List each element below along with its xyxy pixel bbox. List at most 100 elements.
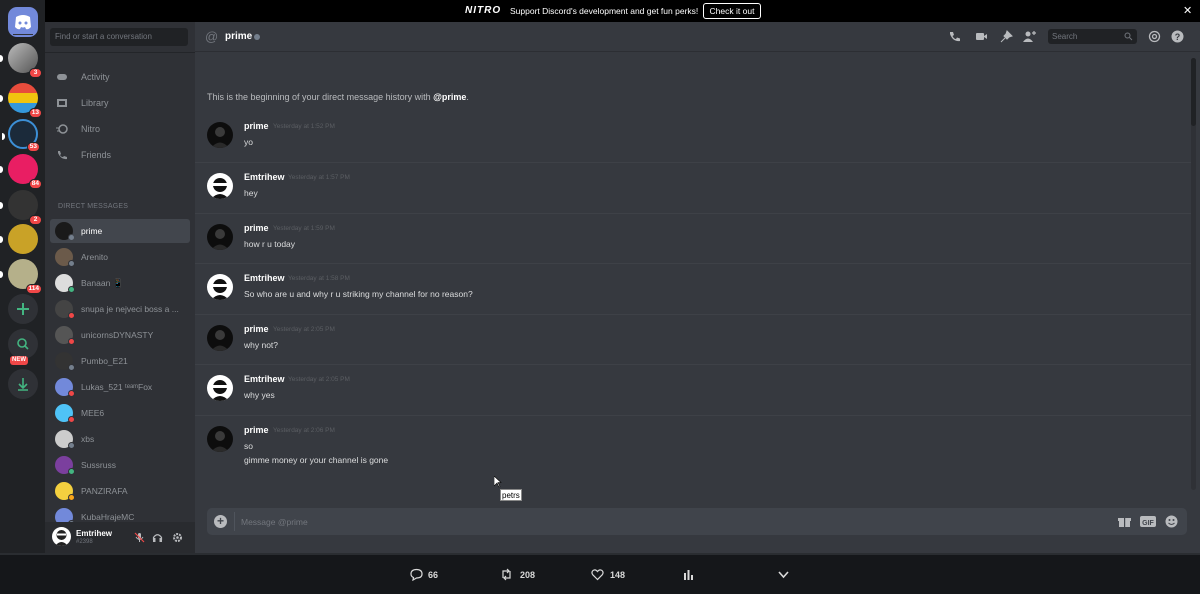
- phone-icon: [58, 151, 67, 160]
- server-icon-3[interactable]: 53: [2, 119, 40, 152]
- avatar[interactable]: [207, 173, 233, 199]
- check-it-out-button[interactable]: Check it out: [703, 3, 761, 19]
- dm-label: snupa je nejveci boss a ...: [81, 304, 179, 314]
- svg-text:GIF: GIF: [1142, 520, 1154, 527]
- message-author[interactable]: Emtrihew: [244, 172, 285, 182]
- add-friend-icon[interactable]: [1023, 30, 1036, 43]
- message-author[interactable]: Emtrihew: [244, 273, 285, 283]
- add-server-button[interactable]: [8, 294, 38, 324]
- status-indicator: [68, 494, 75, 501]
- avatar[interactable]: [207, 224, 233, 250]
- dm-item[interactable]: xbs: [50, 427, 190, 451]
- help-icon[interactable]: ?: [1171, 30, 1184, 43]
- video-call-icon[interactable]: [975, 30, 988, 43]
- dm-item[interactable]: Arenito: [50, 245, 190, 269]
- dm-item[interactable]: unicornsDYNASTY: [50, 323, 190, 347]
- message: Emtrihew Yesterday at 1:57 PM hey: [195, 162, 1193, 212]
- server-icon-1[interactable]: 3: [0, 43, 42, 78]
- user-avatar-icon: [211, 178, 229, 199]
- gear-icon[interactable]: [172, 532, 183, 543]
- rail-separator: [13, 34, 33, 35]
- call-icon[interactable]: [948, 30, 961, 43]
- user-avatar-icon: [211, 229, 229, 250]
- message-author[interactable]: Emtrihew: [244, 374, 285, 384]
- unread-indicator: [2, 133, 5, 140]
- server-icon-4[interactable]: 84: [0, 154, 42, 189]
- mute-icon[interactable]: [134, 532, 145, 543]
- pin-icon[interactable]: [1000, 30, 1013, 43]
- nav-activity[interactable]: Activity: [53, 67, 188, 87]
- dm-item[interactable]: snupa je nejveci boss a ...: [50, 297, 190, 321]
- avatar[interactable]: [207, 274, 233, 300]
- message-author[interactable]: prime: [244, 324, 269, 334]
- close-icon[interactable]: ✕: [1183, 4, 1192, 17]
- avatar[interactable]: [207, 426, 233, 452]
- scrollbar[interactable]: [1191, 58, 1196, 490]
- avatar[interactable]: [52, 527, 71, 546]
- nav-nitro[interactable]: Nitro: [53, 119, 188, 139]
- server-icon-6[interactable]: [0, 224, 38, 254]
- home-button[interactable]: [8, 7, 38, 37]
- message: prime Yesterday at 1:59 PM how r u today: [195, 213, 1193, 263]
- dm-label: Lukas_521 ᵗᵉᵃᵐFox: [81, 382, 153, 392]
- nav-label: Library: [81, 98, 109, 108]
- find-conversation-input[interactable]: Find or start a conversation: [50, 28, 188, 46]
- gift-icon[interactable]: [1118, 515, 1131, 528]
- heart-icon[interactable]: [591, 568, 604, 581]
- mentions-icon[interactable]: [1148, 30, 1161, 43]
- message-timestamp: Yesterday at 2:06 PM: [273, 427, 335, 434]
- dm-item[interactable]: PANZIRAFA: [50, 479, 190, 503]
- dm-item[interactable]: prime: [50, 219, 190, 243]
- message-text: how r u today: [244, 239, 296, 249]
- message-timestamp: Yesterday at 2:05 PM: [273, 326, 335, 333]
- message-composer[interactable]: + Message @prime GIF: [207, 508, 1187, 535]
- server-rail: 3 13 53 84 2 114 NEW: [0, 0, 45, 553]
- avatar[interactable]: [207, 375, 233, 401]
- reply-icon[interactable]: [410, 568, 423, 581]
- dm-label: KubaHrajeMC: [81, 512, 135, 522]
- message-list: This is the beginning of your direct mes…: [195, 53, 1195, 495]
- nav-friends[interactable]: Friends: [53, 145, 188, 165]
- gamepad-icon: [57, 74, 67, 80]
- download-apps-button[interactable]: [8, 369, 38, 399]
- dm-label: Pumbo_E21: [81, 356, 128, 366]
- message-author[interactable]: prime: [244, 223, 269, 233]
- search-input[interactable]: Search: [1048, 29, 1137, 44]
- dm-label: MEE6: [81, 408, 105, 418]
- direct-messages-header: DIRECT MESSAGES: [58, 203, 129, 210]
- discord-app: 3 13 53 84 2 114 NEW NITRO Support Disco…: [0, 0, 1200, 553]
- nav-library[interactable]: Library: [53, 93, 188, 113]
- message-author[interactable]: prime: [244, 121, 269, 131]
- user-avatar-icon: [211, 279, 229, 300]
- message-author[interactable]: prime: [244, 425, 269, 435]
- dm-label: PANZIRAFA: [81, 486, 128, 496]
- nav-label: Nitro: [81, 124, 101, 134]
- dm-item[interactable]: Lukas_521 ᵗᵉᵃᵐFox: [50, 375, 190, 399]
- headphones-icon[interactable]: [152, 532, 163, 543]
- dm-label: xbs: [81, 434, 95, 444]
- explore-servers-button[interactable]: NEW: [8, 329, 38, 365]
- dm-item[interactable]: Pumbo_E21: [50, 349, 190, 373]
- tweet-action-bar: 66 208 148: [0, 553, 1200, 594]
- server-icon-2[interactable]: 13: [0, 83, 42, 118]
- gif-icon[interactable]: GIF: [1140, 515, 1156, 528]
- dm-item[interactable]: Sussruss: [50, 453, 190, 477]
- retweet-icon[interactable]: [500, 568, 513, 581]
- message-input[interactable]: Message @prime: [241, 517, 308, 527]
- chevron-down-icon[interactable]: [777, 568, 790, 581]
- search-icon: [1124, 32, 1133, 41]
- unread-indicator: [0, 55, 3, 62]
- dm-item[interactable]: Banaan 📱: [50, 271, 190, 295]
- dm-item[interactable]: MEE6: [50, 401, 190, 425]
- avatar[interactable]: [207, 122, 233, 148]
- avatar[interactable]: [207, 325, 233, 351]
- scroll-thumb[interactable]: [1191, 58, 1196, 126]
- emoji-icon[interactable]: [1165, 515, 1178, 528]
- server-icon-7[interactable]: 114: [0, 259, 42, 294]
- unread-indicator: [0, 95, 3, 102]
- analytics-icon[interactable]: [682, 568, 695, 581]
- server-icon-5[interactable]: 2: [0, 190, 42, 225]
- upload-button[interactable]: +: [214, 515, 227, 528]
- dm-intro: This is the beginning of your direct mes…: [207, 92, 469, 102]
- tooltip: petrs: [500, 489, 522, 501]
